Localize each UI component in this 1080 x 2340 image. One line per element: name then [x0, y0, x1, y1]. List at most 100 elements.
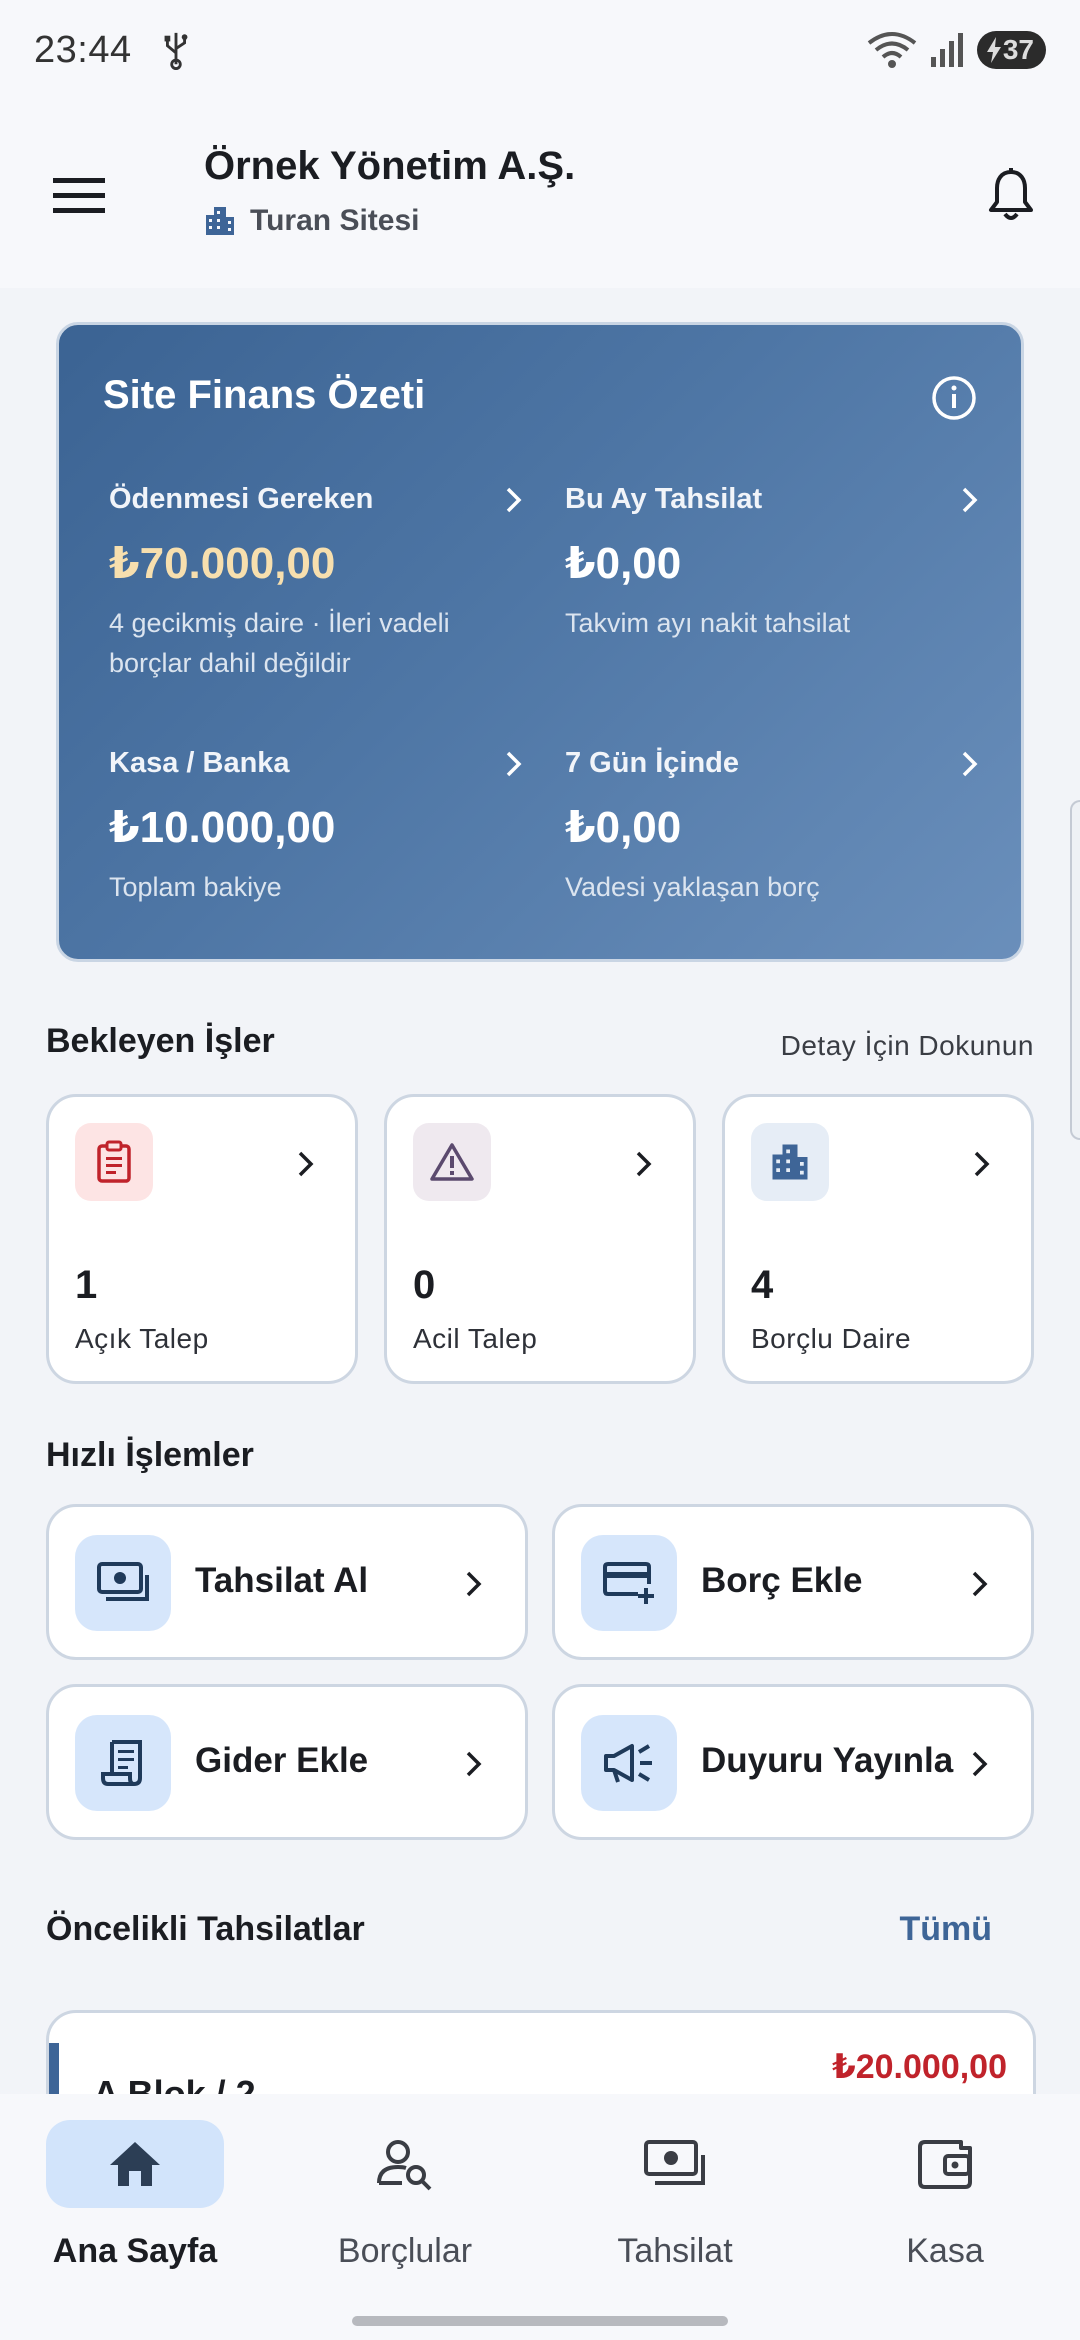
action-icon-box [75, 1535, 171, 1631]
user-search-icon [377, 2140, 432, 2191]
cash-icon [644, 2140, 705, 2185]
finance-value: ₺10.000,00 [109, 803, 336, 852]
pending-count: 0 [413, 1263, 436, 1307]
finance-summary-card: Site Finans Özeti Ödenmesi Gereken ₺70.0… [56, 322, 1024, 962]
site-name: Turan Sitesi [250, 204, 420, 237]
nav-pill [316, 2120, 494, 2208]
chevron-right-icon [972, 1571, 988, 1597]
pending-card-debtor-units[interactable]: 4 Borçlu Daire [722, 1094, 1034, 1384]
finance-desc: Takvim ayı nakit tahsilat [565, 608, 851, 638]
pending-count: 1 [75, 1263, 98, 1307]
chevron-right-icon [974, 1151, 990, 1177]
finance-label: Bu Ay Tahsilat [565, 483, 763, 515]
action-icon-box [581, 1715, 677, 1811]
action-label: Borç Ekle [701, 1561, 863, 1600]
pending-count: 4 [751, 1263, 774, 1307]
nav-pill [46, 2120, 224, 2208]
status-time: 23:44 [34, 28, 132, 71]
pending-icon-box [751, 1123, 829, 1201]
status-bar: 23:44 37 [0, 0, 1080, 100]
megaphone-icon [604, 1744, 652, 1783]
action-add-expense[interactable]: Gider Ekle [46, 1684, 528, 1840]
action-icon-box [75, 1715, 171, 1811]
bottom-navigation: Ana Sayfa Borçlular Tahsilat Kasa [0, 2094, 1080, 2340]
nav-pill [586, 2120, 764, 2208]
nav-item-debtors[interactable]: Borçlular [270, 2120, 540, 2270]
finance-cell-cash-bank[interactable]: Kasa / Banka ₺10.000,00 Toplam bakiye [109, 747, 529, 907]
home-icon [110, 2142, 160, 2186]
chevron-right-icon [506, 751, 522, 777]
wifi-icon [867, 32, 917, 68]
scroll-indicator[interactable] [1070, 800, 1080, 1140]
finance-cell-due[interactable]: Ödenmesi Gereken ₺70.000,00 4 gecikmiş d… [109, 483, 529, 683]
finance-label: Kasa / Banka [109, 747, 290, 779]
action-publish-announcement[interactable]: Duyuru Yayınla [552, 1684, 1034, 1840]
finance-value: ₺0,00 [565, 539, 682, 588]
chevron-right-icon [636, 1151, 652, 1177]
finance-value: ₺70.000,00 [109, 539, 336, 588]
info-icon[interactable] [931, 375, 977, 421]
nav-label: Borçlular [337, 2232, 473, 2270]
action-label: Tahsilat Al [195, 1561, 369, 1600]
finance-label: 7 Gün İçinde [565, 747, 740, 779]
finance-title: Site Finans Özeti [103, 373, 426, 417]
pending-label: Borçlu Daire [751, 1323, 912, 1354]
clipboard-icon [97, 1140, 131, 1183]
nav-item-home[interactable]: Ana Sayfa [0, 2120, 270, 2270]
nav-pill [856, 2120, 1034, 2208]
pending-card-open-requests[interactable]: 1 Açık Talep [46, 1094, 358, 1384]
priority-amount: ₺20.000,00 [832, 2048, 1007, 2086]
warning-icon [430, 1143, 474, 1181]
pending-icon-box [413, 1123, 491, 1201]
notifications-button[interactable] [976, 160, 1046, 230]
finance-value: ₺0,00 [565, 803, 682, 852]
app-header: Örnek Yönetim A.Ş. Turan Sitesi [0, 100, 1080, 288]
battery-level: 37 [1002, 34, 1034, 65]
action-icon-box [581, 1535, 677, 1631]
finance-cell-7-days[interactable]: 7 Gün İçinde ₺0,00 Vadesi yaklaşan borç [565, 747, 985, 907]
priority-section-title: Öncelikli Tahsilatlar [46, 1910, 365, 1948]
priority-see-all-link[interactable]: Tümü [899, 1910, 992, 1949]
pending-icon-box [75, 1123, 153, 1201]
receipt-icon [101, 1740, 142, 1786]
nav-label: Kasa [906, 2232, 984, 2270]
card-add-icon [603, 1562, 654, 1604]
menu-icon [53, 178, 105, 213]
signal-icon [930, 33, 963, 67]
home-indicator[interactable] [352, 2316, 728, 2326]
chevron-right-icon [972, 1751, 988, 1777]
action-add-debt[interactable]: Borç Ekle [552, 1504, 1034, 1660]
site-selector[interactable]: Turan Sitesi [204, 204, 419, 238]
action-collect-payment[interactable]: Tahsilat Al [46, 1504, 528, 1660]
chevron-right-icon [506, 487, 522, 513]
action-label: Duyuru Yayınla [701, 1741, 954, 1780]
nav-label: Ana Sayfa [52, 2232, 218, 2270]
chevron-right-icon [962, 487, 978, 513]
charging-icon [986, 37, 1001, 63]
pending-label: Acil Talep [413, 1323, 538, 1354]
action-label: Gider Ekle [195, 1741, 369, 1780]
quick-actions-title: Hızlı İşlemler [46, 1436, 254, 1474]
wallet-icon [918, 2140, 972, 2189]
finance-label: Ödenmesi Gereken [109, 483, 374, 515]
menu-button[interactable] [44, 160, 114, 230]
usb-icon [164, 32, 188, 70]
nav-item-collection[interactable]: Tahsilat [540, 2120, 810, 2270]
cash-icon [97, 1562, 149, 1601]
finance-desc: Vadesi yaklaşan borç [565, 872, 820, 902]
chevron-right-icon [962, 751, 978, 777]
chevron-right-icon [466, 1751, 482, 1777]
finance-desc: Toplam bakiye [109, 872, 282, 902]
chevron-right-icon [298, 1151, 314, 1177]
building-icon [772, 1144, 808, 1180]
company-name: Örnek Yönetim A.Ş. [204, 144, 576, 188]
pending-section-hint: Detay İçin Dokunun [780, 1030, 1034, 1061]
pending-card-urgent-requests[interactable]: 0 Acil Talep [384, 1094, 696, 1384]
pending-section-title: Bekleyen İşler [46, 1022, 275, 1060]
finance-desc: 4 gecikmiş daire · İleri vadeli borçlar … [109, 608, 450, 678]
nav-label: Tahsilat [617, 2232, 733, 2270]
battery-indicator: 37 [976, 31, 1046, 69]
bell-icon [989, 168, 1033, 220]
finance-cell-month-collection[interactable]: Bu Ay Tahsilat ₺0,00 Takvim ayı nakit ta… [565, 483, 985, 643]
nav-item-cashbox[interactable]: Kasa [810, 2120, 1080, 2270]
